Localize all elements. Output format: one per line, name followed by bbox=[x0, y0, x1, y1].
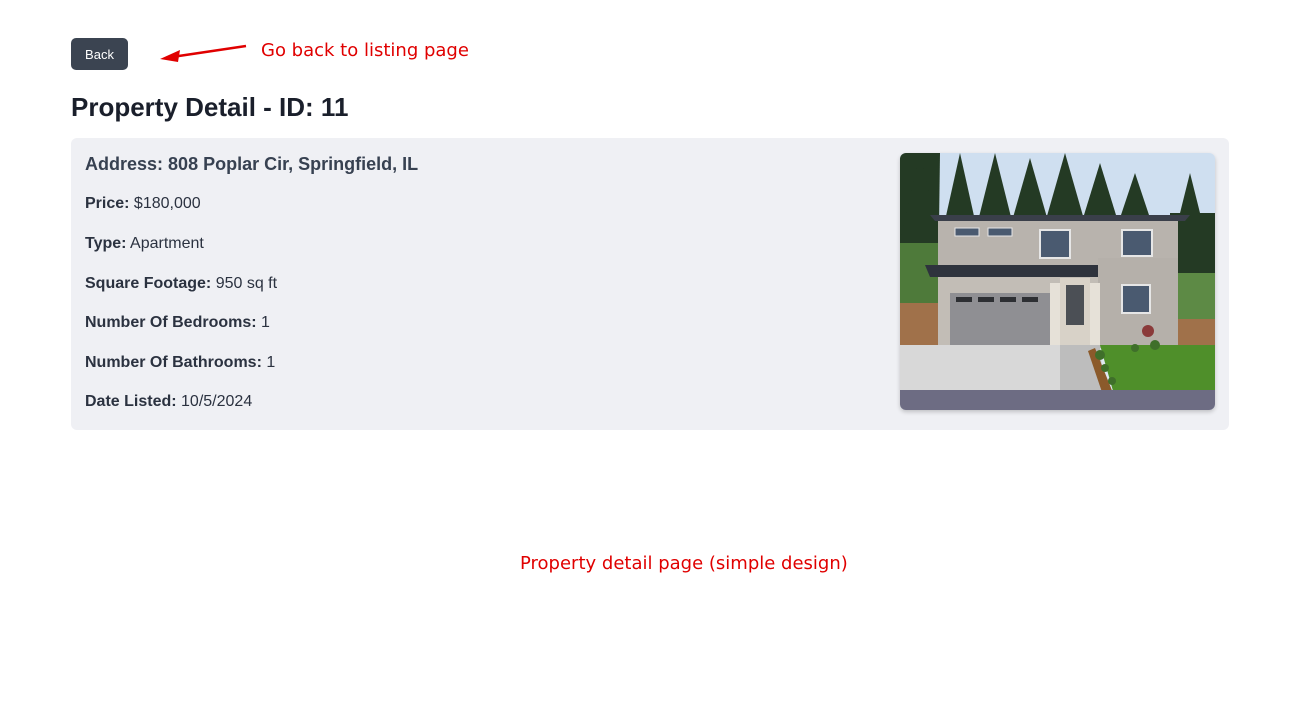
property-photo bbox=[900, 153, 1215, 410]
price-label: Price: bbox=[85, 195, 130, 212]
bedrooms-value: 1 bbox=[261, 314, 270, 331]
square-footage-label: Square Footage: bbox=[85, 275, 212, 292]
bathrooms-label: Number Of Bathrooms: bbox=[85, 354, 262, 371]
back-button[interactable]: Back bbox=[71, 38, 128, 70]
bedrooms-field: Number Of Bedrooms: 1 bbox=[85, 314, 270, 332]
square-footage-value: 950 sq ft bbox=[215, 275, 278, 292]
type-field: Type: Apartment bbox=[85, 235, 204, 253]
type-value: Apartment bbox=[130, 235, 204, 252]
property-detail-card: Address: 808 Poplar Cir, Springfield, IL… bbox=[71, 138, 1229, 430]
bedrooms-label: Number Of Bedrooms: bbox=[85, 314, 257, 331]
bathrooms-field: Number Of Bathrooms: 1 bbox=[85, 354, 275, 372]
date-listed-value: 10/5/2024 bbox=[181, 393, 253, 410]
annotation-back-note: Go back to listing page bbox=[261, 40, 469, 61]
date-listed-field: Date Listed: 10/5/2024 bbox=[85, 393, 252, 411]
property-address: Address: 808 Poplar Cir, Springfield, IL bbox=[85, 154, 418, 175]
price-field: Price: $180,000 bbox=[85, 195, 201, 213]
page-title: Property Detail - ID: 11 bbox=[71, 92, 349, 122]
address-label: Address: bbox=[85, 154, 164, 174]
square-footage-field: Square Footage: 950 sq ft bbox=[85, 275, 277, 293]
house-photo-icon bbox=[900, 153, 1215, 410]
address-value: 808 Poplar Cir, Springfield, IL bbox=[168, 154, 419, 174]
price-value: $180,000 bbox=[133, 195, 201, 212]
annotation-page-note: Property detail page (simple design) bbox=[520, 553, 848, 574]
bathrooms-value: 1 bbox=[266, 354, 276, 371]
date-listed-label: Date Listed: bbox=[85, 393, 177, 410]
type-label: Type: bbox=[85, 235, 127, 252]
arrow-left-icon bbox=[160, 44, 247, 62]
